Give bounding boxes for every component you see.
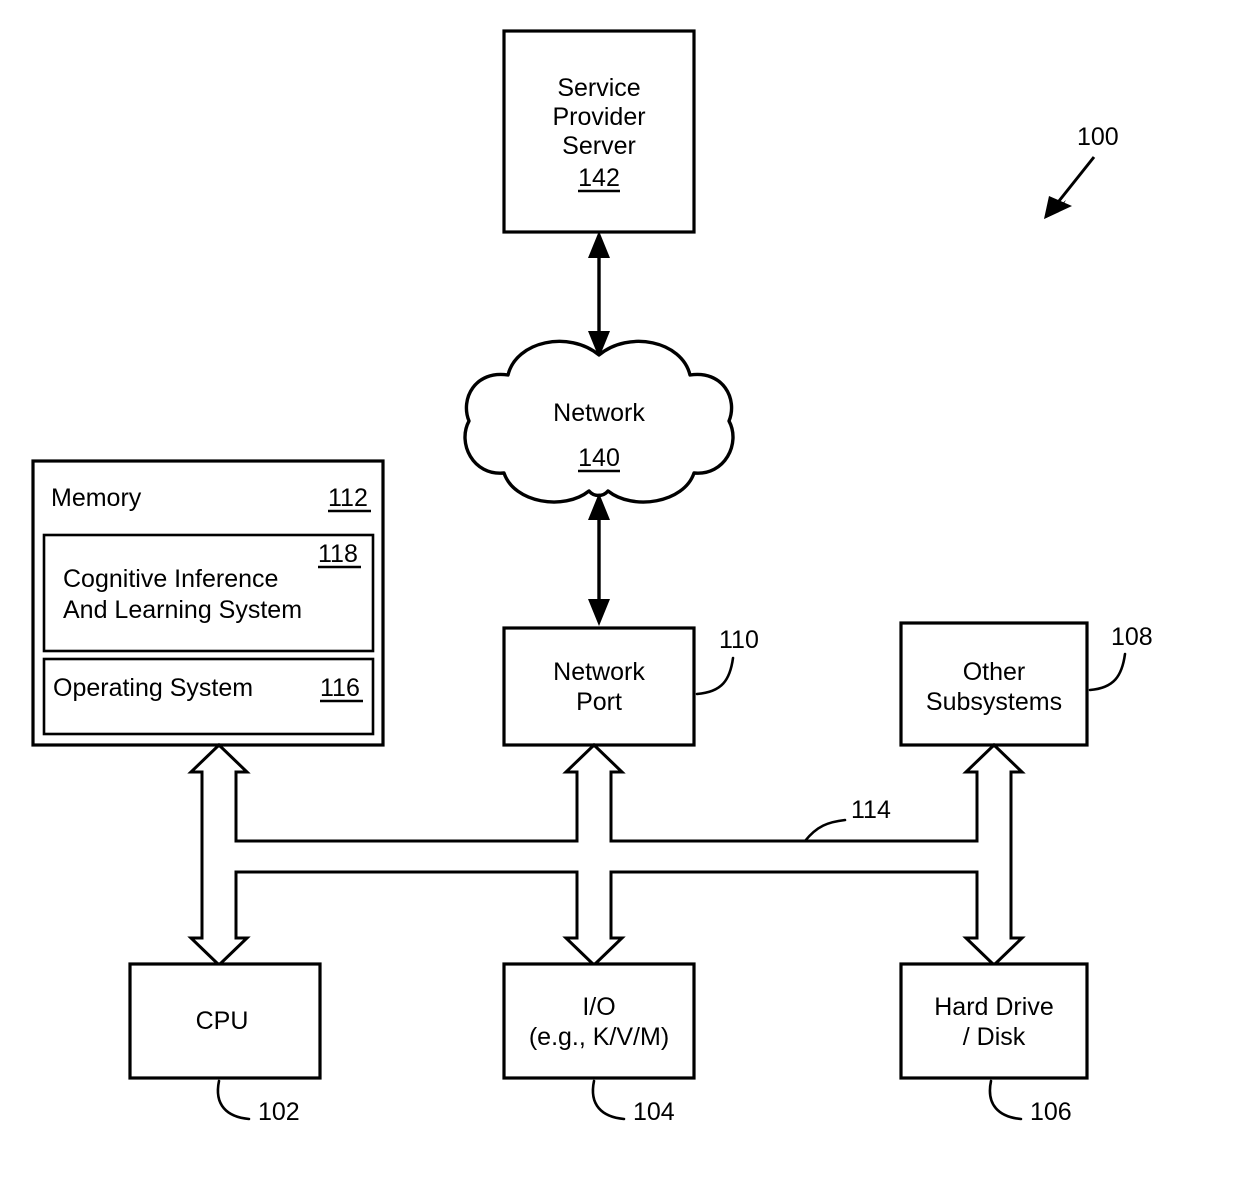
figure-reference-100: 100 [1044,123,1119,219]
memory-ref: 112 [328,484,368,512]
network-port-arrowhead-down [588,599,610,626]
operating-system-block: Operating System 116 [42,657,375,736]
cognitive-system-ref: 118 [318,540,358,568]
figure-ref-label: 100 [1077,123,1119,151]
network-cloud-block: Network 140 [463,339,735,504]
server-network-arrowhead-up [588,231,610,258]
system-bus-ref-leader [803,818,847,843]
server-network-connector [588,231,610,358]
other-subsystems-label-line2: Subsystems [926,688,1062,716]
figure-ref-leader [1053,156,1096,207]
memory-label: Memory [51,484,142,512]
network-port-ref-leader [695,656,735,696]
hard-drive-label-line1: Hard Drive [934,993,1053,1021]
network-port-label-line1: Network [553,658,645,686]
memory-block: Memory 112 118 Cognitive Inference And L… [31,459,385,747]
cognitive-system-label-line1: Cognitive Inference [63,565,278,593]
hard-drive-ref-leader [988,1079,1023,1121]
service-provider-server-ref: 142 [578,164,620,192]
cpu-label: CPU [196,1007,249,1035]
io-block: I/O (e.g., K/V/M) 104 [502,962,696,1126]
hard-drive-box [899,962,1089,1080]
other-subsystems-ref-leader [1088,652,1127,692]
io-box [502,962,696,1080]
network-port-ref: 110 [719,626,759,654]
hard-drive-block: Hard Drive / Disk 106 [899,962,1089,1126]
service-provider-server-label-line1: Service [557,74,640,102]
other-subsystems-ref: 108 [1111,623,1153,651]
cognitive-system-label-line2: And Learning System [63,596,302,624]
network-port-box [502,626,696,747]
service-provider-server-label-line2: Provider [552,103,645,131]
cpu-block: CPU 102 [128,962,322,1126]
io-label-line2: (e.g., K/V/M) [529,1023,669,1051]
io-ref: 104 [633,1098,675,1126]
network-port-label-line2: Port [576,688,622,716]
other-subsystems-label-line1: Other [963,658,1026,686]
cpu-ref-leader [216,1079,251,1121]
network-port-arrowhead-up [588,493,610,520]
network-port-block: Network Port 110 [502,626,759,747]
network-port-connector [588,493,610,626]
io-label-line1: I/O [582,993,615,1021]
network-label: Network [553,399,645,427]
system-bus-ref: 114 [851,796,891,824]
hard-drive-label-line2: / Disk [963,1023,1026,1051]
diagram-canvas: Service Provider Server 142 100 Network … [31,29,1153,1126]
cpu-ref: 102 [258,1098,300,1126]
figure-ref-arrowhead-fill [1044,196,1072,219]
hard-drive-ref: 106 [1030,1098,1072,1126]
network-ref: 140 [578,444,620,472]
service-provider-server-label-line3: Server [562,132,636,160]
service-provider-server-block: Service Provider Server 142 [502,29,696,234]
io-ref-leader [591,1079,626,1121]
cognitive-system-block: 118 Cognitive Inference And Learning Sys… [42,533,375,653]
operating-system-label: Operating System [53,674,253,702]
system-bus: 114 [187,742,1026,968]
system-block-diagram: Service Provider Server 142 100 Network … [0,0,1240,1181]
operating-system-ref: 116 [320,674,360,702]
system-bus-outline [187,742,1026,968]
other-subsystems-block: Other Subsystems 108 [899,621,1153,747]
